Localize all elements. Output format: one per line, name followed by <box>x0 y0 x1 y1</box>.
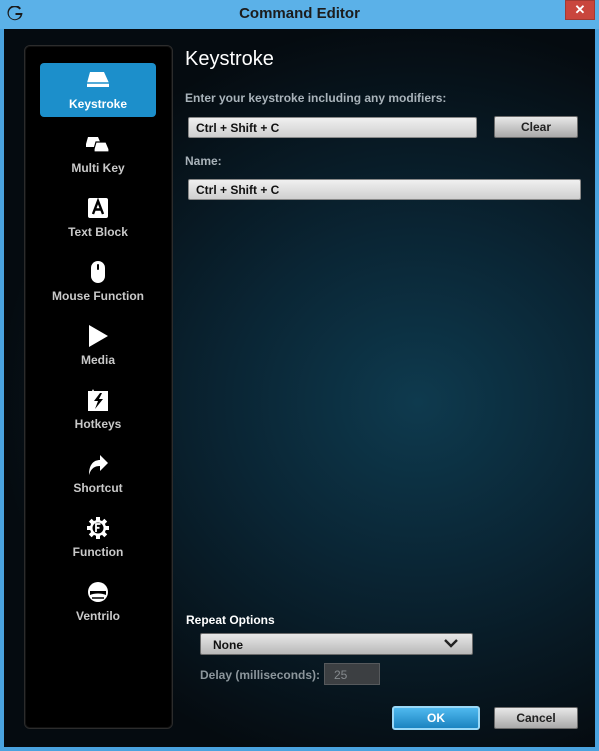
sidebar-item-function[interactable]: Function <box>40 511 156 565</box>
window-title: Command Editor <box>239 5 360 22</box>
text-block-icon <box>87 195 109 221</box>
play-icon <box>87 323 109 349</box>
dropdown-selected-value: None <box>213 638 243 652</box>
sidebar-item-label: Hotkeys <box>74 417 122 431</box>
name-input[interactable]: Ctrl + Shift + C <box>188 179 581 200</box>
keystroke-input[interactable]: Ctrl + Shift + C <box>188 117 477 138</box>
sidebar-item-text-block[interactable]: Text Block <box>40 191 156 245</box>
sidebar-item-media[interactable]: Media <box>40 319 156 373</box>
repeat-options-label: Repeat Options <box>186 613 275 627</box>
delay-input[interactable]: 25 <box>324 663 380 685</box>
hotkeys-icon <box>87 387 109 413</box>
sidebar-item-label: Mouse Function <box>52 289 144 303</box>
ok-button[interactable]: OK <box>392 706 480 730</box>
keystroke-icon <box>85 67 111 93</box>
dialog-body: Keystroke Multi Key Text Block Mouse Fun… <box>4 29 595 747</box>
sidebar-item-mouse-function[interactable]: Mouse Function <box>40 255 156 309</box>
close-button[interactable]: ✕ <box>565 0 595 20</box>
sidebar-item-label: Keystroke <box>68 97 128 111</box>
sidebar-item-multi-key[interactable]: Multi Key <box>40 127 156 181</box>
sidebar-item-ventrilo[interactable]: Ventrilo <box>40 575 156 629</box>
page-title: Keystroke <box>185 48 274 70</box>
name-label: Name: <box>185 154 222 168</box>
command-type-sidebar: Keystroke Multi Key Text Block Mouse Fun… <box>24 45 173 729</box>
clear-button[interactable]: Clear <box>494 116 578 138</box>
sidebar-item-hotkeys[interactable]: Hotkeys <box>40 383 156 437</box>
multi-key-icon <box>85 131 111 157</box>
sidebar-item-label: Text Block <box>68 225 128 239</box>
delay-label: Delay (milliseconds): <box>200 668 321 682</box>
title-bar: Command Editor ✕ <box>0 0 599 29</box>
sidebar-item-shortcut[interactable]: Shortcut <box>40 447 156 501</box>
sidebar-item-keystroke[interactable]: Keystroke <box>40 63 156 117</box>
shortcut-arrow-icon <box>86 451 110 477</box>
sidebar-item-label: Ventrilo <box>75 609 120 623</box>
chevron-down-icon <box>444 637 458 652</box>
sidebar-item-label: Multi Key <box>71 161 125 175</box>
headset-icon <box>86 579 110 605</box>
cancel-button[interactable]: Cancel <box>494 707 578 729</box>
keystroke-prompt-label: Enter your keystroke including any modif… <box>185 91 447 105</box>
mouse-icon <box>89 259 107 285</box>
sidebar-item-label: Media <box>80 353 115 367</box>
sidebar-item-label: Function <box>72 545 124 559</box>
repeat-options-dropdown[interactable]: None <box>200 633 473 655</box>
sidebar-item-label: Shortcut <box>73 481 123 495</box>
function-gear-icon <box>86 515 110 541</box>
